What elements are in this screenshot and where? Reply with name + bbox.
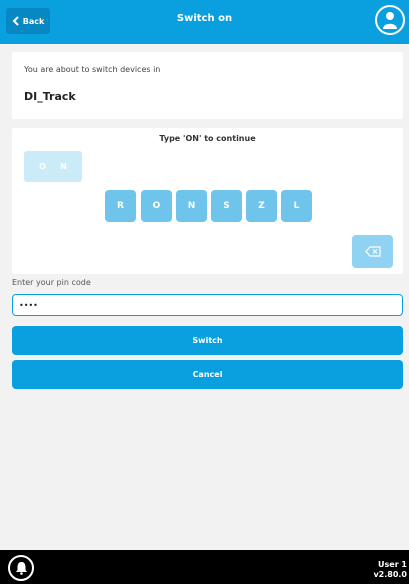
- page-title: Switch on: [176, 13, 233, 24]
- bottom-bar: User 1 v2.80.0: [0, 550, 409, 584]
- app-version: v2.80.0: [373, 570, 407, 579]
- notifications-button[interactable]: [8, 555, 34, 581]
- key-button[interactable]: S: [211, 190, 242, 222]
- user-info: User 1 v2.80.0: [373, 560, 407, 580]
- pin-label: Enter your pin code: [12, 278, 91, 287]
- user-name: User 1: [378, 560, 407, 569]
- confirmation-title: Type 'ON' to continue: [159, 134, 256, 143]
- backspace-icon: [364, 246, 381, 257]
- info-card: You are about to switch devices in DI_Tr…: [12, 52, 403, 119]
- typed-char: O: [39, 162, 46, 171]
- bell-icon: [15, 562, 27, 575]
- key-button[interactable]: L: [281, 190, 312, 222]
- confirmation-card: Type 'ON' to continue O N R O N S Z L: [12, 128, 403, 274]
- typed-char: N: [60, 162, 67, 171]
- key-button[interactable]: O: [141, 190, 172, 222]
- user-icon: [383, 12, 397, 29]
- key-button[interactable]: N: [176, 190, 207, 222]
- key-button[interactable]: R: [105, 190, 136, 222]
- top-bar: Back Switch on: [0, 0, 409, 44]
- typed-code-display: O N: [24, 151, 82, 182]
- device-name: DI_Track: [24, 90, 76, 103]
- user-button[interactable]: [375, 5, 405, 35]
- key-button[interactable]: Z: [246, 190, 277, 222]
- info-text: You are about to switch devices in: [24, 65, 161, 74]
- pin-input[interactable]: [12, 294, 403, 316]
- backspace-button[interactable]: [352, 235, 393, 268]
- cancel-button[interactable]: Cancel: [12, 360, 403, 389]
- switch-button[interactable]: Switch: [12, 326, 403, 355]
